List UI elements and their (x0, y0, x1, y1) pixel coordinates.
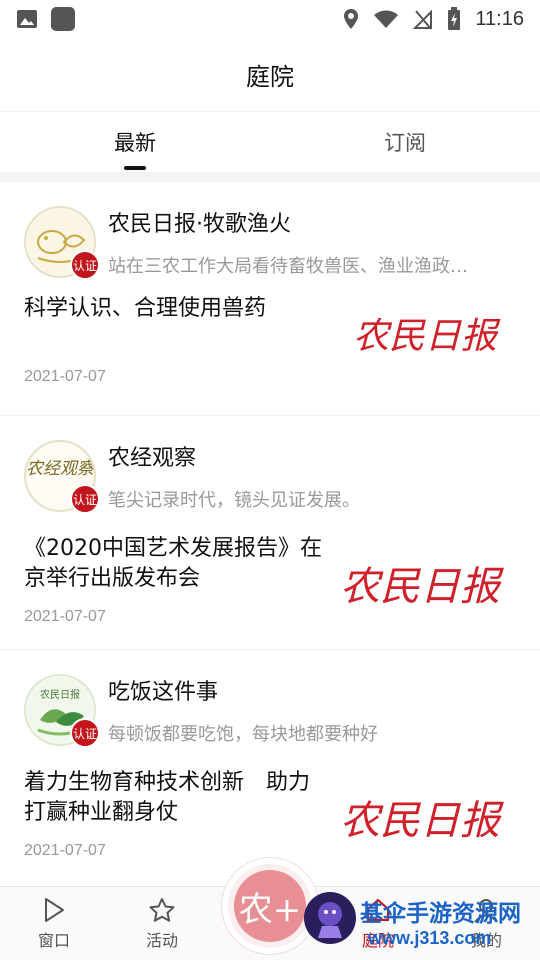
feed-card[interactable]: 农民日报 认证 吃饭这件事 每顿饭都要吃饱，每块地都要种好 着力生物育种技术创新… (0, 650, 540, 884)
source-name[interactable]: 吃饭这件事 (108, 674, 218, 706)
source-description: 笔尖记录时代，镜头见证发展。 (108, 490, 360, 511)
thumbnail-brand-text: 农民日报 (340, 798, 504, 844)
source-name[interactable]: 农民日报·牧歌渔火 (108, 206, 291, 238)
star-icon (149, 897, 175, 922)
source-avatar[interactable]: 农民日报 认证 (24, 674, 100, 748)
verified-badge: 认证 (70, 250, 100, 280)
fab-label: 农+ (234, 870, 306, 942)
status-bar: 11:16 (0, 0, 540, 38)
section-divider (0, 172, 540, 182)
site-watermark: 基伞手游资源网 www.j313.com (302, 888, 540, 952)
watermark-mascot-icon (304, 892, 356, 944)
tab-subscribed[interactable]: 订阅 (270, 112, 540, 172)
avatar-text-top: 农经观察 (26, 459, 94, 479)
source-name[interactable]: 农经观察 (108, 440, 196, 472)
article-headline[interactable]: 着力生物育种技术创新 助力打赢种业翻身仗 (24, 768, 324, 828)
nav-activity[interactable]: 活动 (108, 887, 216, 960)
nav-window[interactable]: 窗口 (0, 887, 108, 960)
article-thumbnail[interactable]: 农民日报 (340, 300, 510, 370)
verified-badge: 认证 (70, 484, 100, 514)
source-description: 每顿饭都要吃饱，每块地都要种好 (108, 724, 378, 745)
article-headline[interactable]: 《2020中国艺术发展报告》在京举行出版发布会 (24, 534, 324, 594)
status-time: 11:16 (475, 7, 524, 30)
tab-latest-label: 最新 (114, 131, 156, 155)
thumbnail-brand-text: 农民日报 (353, 316, 501, 357)
page-header: 庭院 (0, 38, 540, 112)
nav-window-label: 窗口 (37, 930, 70, 950)
location-icon (343, 8, 359, 30)
avatar-text-top: 农民日报 (40, 688, 80, 701)
wifi-icon (373, 9, 399, 29)
verified-badge: 认证 (70, 718, 100, 748)
tab-latest[interactable]: 最新 (0, 112, 270, 172)
no-signal-icon (413, 8, 433, 30)
tab-active-indicator (124, 166, 146, 170)
tab-subscribed-label: 订阅 (384, 131, 426, 155)
feed-list: 认证 农民日报·牧歌渔火 站在三农工作大局看待畜牧兽医、渔业渔政… 科学认识、合… (0, 182, 540, 884)
feed-card[interactable]: 认证 农民日报·牧歌渔火 站在三农工作大局看待畜牧兽医、渔业渔政… 科学认识、合… (0, 182, 540, 416)
tab-bar: 最新 订阅 (0, 112, 540, 172)
nav-activity-label: 活动 (145, 930, 178, 950)
source-avatar[interactable]: 农经观察 认证 (24, 440, 100, 514)
thumbnail-brand-text: 农民日报 (340, 564, 504, 610)
feed-card[interactable]: 农经观察 认证 农经观察 笔尖记录时代，镜头见证发展。 《2020中国艺术发展报… (0, 416, 540, 650)
play-icon (45, 897, 64, 922)
article-date: 2021-07-07 (24, 608, 106, 625)
source-description: 站在三农工作大局看待畜牧兽医、渔业渔政… (108, 256, 468, 277)
article-date: 2021-07-07 (24, 842, 106, 859)
page-title: 庭院 (246, 63, 294, 91)
article-headline[interactable]: 科学认识、合理使用兽药 (24, 294, 324, 324)
article-thumbnail[interactable]: 农民日报 (330, 774, 510, 864)
article-thumbnail[interactable]: 农民日报 (330, 540, 510, 630)
source-avatar[interactable]: 认证 (24, 206, 100, 280)
image-notification-icon (16, 9, 38, 29)
article-date: 2021-07-07 (24, 368, 106, 385)
watermark-url: www.j313.com (368, 928, 492, 948)
battery-charging-icon (447, 7, 461, 31)
watermark-title: 基伞手游资源网 (360, 901, 521, 927)
app-notification-icon (50, 6, 76, 32)
